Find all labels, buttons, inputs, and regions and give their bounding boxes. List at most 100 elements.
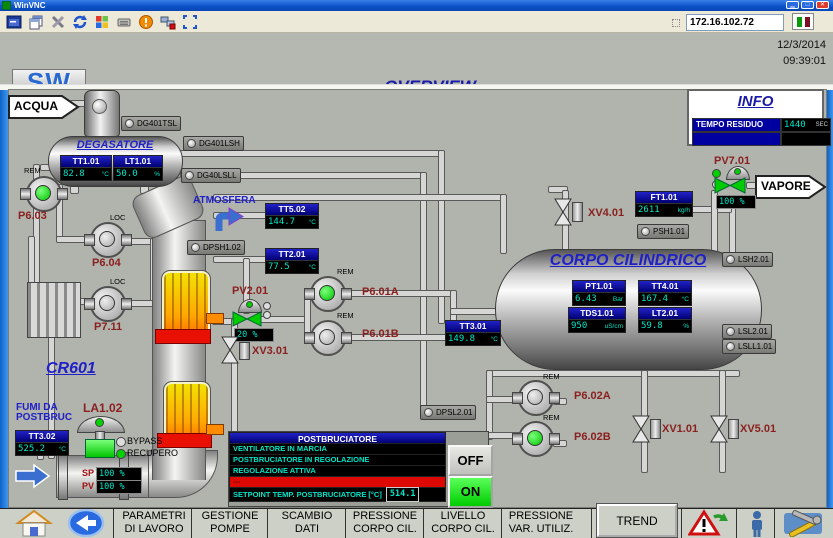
xv101-actuator: [650, 419, 661, 439]
la102-valve-body[interactable]: [85, 439, 115, 458]
nav-gestione-pompe[interactable]: GESTIONEPOMPE: [194, 510, 266, 536]
pv201-dot: [263, 311, 271, 319]
pump-label: P7.11: [94, 321, 122, 333]
window-titlebar[interactable]: WinVNC ▁ □ ✕: [0, 0, 833, 11]
nav-scambio-dati[interactable]: SCAMBIODATI: [270, 510, 344, 536]
pump-p602a[interactable]: [518, 380, 554, 416]
alarm-dg401lsh: DG401LSH: [183, 136, 244, 151]
display-tt302[interactable]: TT3.02525.2°C: [15, 430, 69, 456]
burner-upper-base: [155, 329, 211, 344]
connection-status-icon[interactable]: [792, 13, 814, 30]
alarm-lsll101: LSLL1.01: [722, 339, 776, 354]
windows-logo-icon[interactable]: [94, 14, 110, 30]
operator-button[interactable]: [744, 509, 770, 537]
valve-label-pv201: PV2.01: [232, 285, 268, 297]
pipe-segment: [180, 150, 442, 157]
page-header: SW SOLWARE OVERVIEW 12/3/2014 09:39:01: [0, 33, 833, 84]
nav-divider: [736, 509, 737, 538]
fullscreen-icon[interactable]: [182, 14, 198, 30]
ip-address-input[interactable]: [686, 14, 784, 31]
pv201-dot: [263, 302, 271, 310]
pipe-segment: [641, 370, 648, 418]
pv201-position-display: 20 %: [234, 328, 274, 342]
pipe-segment: [28, 236, 35, 286]
led-icon: [424, 408, 433, 417]
valve-label-xv501: XV5.01: [740, 423, 776, 435]
display-tt301[interactable]: TT3.01149.8°C: [445, 320, 501, 346]
pump-mode: REM: [337, 267, 354, 276]
alarm-lsl201: LSL2.01: [722, 324, 772, 339]
desktop-edge-right: [827, 84, 833, 538]
pv701-position-display: 100 %: [716, 195, 756, 209]
date-display: 12/3/2014: [690, 39, 826, 51]
nav-parametri-di-lavoro[interactable]: PARAMETRIDI LAVORO: [117, 510, 191, 536]
valve-label-la102: LA1.02: [83, 401, 122, 415]
copy-files-icon[interactable]: [28, 14, 44, 30]
nav-livello-corpo[interactable]: LIVELLOCORPO CIL.: [426, 510, 500, 536]
refresh-icon[interactable]: [72, 14, 88, 30]
setpoint-value[interactable]: 514.1: [386, 487, 420, 502]
display-tt502[interactable]: TT5.02144.7°C: [265, 203, 319, 229]
display-ft101[interactable]: FT1.012611kg/h: [635, 191, 693, 217]
valve-xv101[interactable]: [632, 415, 650, 448]
minimize-button[interactable]: ▁: [786, 1, 799, 9]
device-icon[interactable]: [116, 14, 132, 30]
pipe-segment: [719, 370, 726, 418]
pump-p602b[interactable]: [518, 421, 554, 457]
pump-p603[interactable]: [26, 176, 62, 212]
pump-mode: REM: [24, 166, 41, 175]
led-icon: [641, 227, 650, 236]
display-tt201[interactable]: TT2.0177.5°C: [265, 248, 319, 274]
home-button[interactable]: [10, 509, 56, 537]
warning-icon[interactable]: [138, 14, 154, 30]
pump-label: P6.01A: [362, 286, 399, 298]
nav-pressione-var-utiliz[interactable]: PRESSIONEVAR. UTILIZ.: [504, 510, 578, 536]
valve-xv501[interactable]: [710, 415, 728, 448]
valve-xv401[interactable]: [554, 198, 572, 231]
sp-label: SP: [82, 468, 94, 478]
alarm-dg40lsll: DG40LSLL: [181, 168, 241, 183]
valve-label-pv701: PV7.01: [714, 155, 750, 167]
display-lt201[interactable]: LT2.0159.8%: [638, 307, 692, 333]
alarms-button[interactable]: [688, 509, 728, 537]
tools-icon[interactable]: [50, 14, 66, 30]
pump-p601a[interactable]: [310, 276, 346, 312]
back-button[interactable]: [62, 509, 110, 537]
maintenance-button[interactable]: [780, 509, 826, 537]
nav-divider: [191, 509, 192, 538]
display-tds101[interactable]: TDS1.01950uS/cm: [568, 307, 626, 333]
app-window-icon[interactable]: [6, 14, 22, 30]
pump-mode: REM: [337, 311, 354, 320]
led-icon: [726, 255, 735, 264]
led-icon: [726, 342, 735, 351]
la102-status-led: [95, 418, 104, 427]
maximize-button[interactable]: □: [801, 1, 814, 9]
close-button[interactable]: ✕: [816, 1, 829, 9]
on-button[interactable]: ON: [448, 476, 493, 508]
pump-label: P6.02B: [574, 431, 611, 443]
display-tt401[interactable]: TT4.01167.4°C: [638, 280, 692, 306]
pump-mode: REM: [543, 413, 560, 422]
pump-p604[interactable]: [90, 222, 126, 258]
display-pt101[interactable]: PT1.016.43Bar: [572, 280, 626, 306]
led-icon: [187, 139, 196, 148]
fumi-arrow-icon: [14, 462, 52, 495]
nav-divider: [267, 509, 268, 538]
off-button[interactable]: OFF: [448, 445, 493, 476]
pump-p711[interactable]: [90, 286, 126, 322]
acqua-flow-tag: ACQUA: [8, 95, 80, 124]
display-tt101[interactable]: TT1.0182.8°C: [60, 155, 112, 181]
led-icon: [191, 243, 200, 252]
pipe-segment: [450, 308, 500, 315]
pump-p601b[interactable]: [310, 320, 346, 356]
valve-xv301[interactable]: [221, 336, 239, 369]
corpo-cilindrico-label: CORPO CILINDRICO: [528, 252, 728, 270]
display-lt101[interactable]: LT1.0150.0%: [113, 155, 163, 181]
pump-label: P6.03: [18, 210, 47, 222]
heat-exchanger[interactable]: [27, 282, 81, 338]
drag-handle-icon[interactable]: [672, 19, 680, 27]
network-icon[interactable]: [160, 14, 176, 30]
trend-button[interactable]: TREND: [597, 504, 677, 537]
nav-pressione-corpo[interactable]: PRESSIONECORPO CIL.: [348, 510, 422, 536]
nav-divider: [774, 509, 775, 538]
